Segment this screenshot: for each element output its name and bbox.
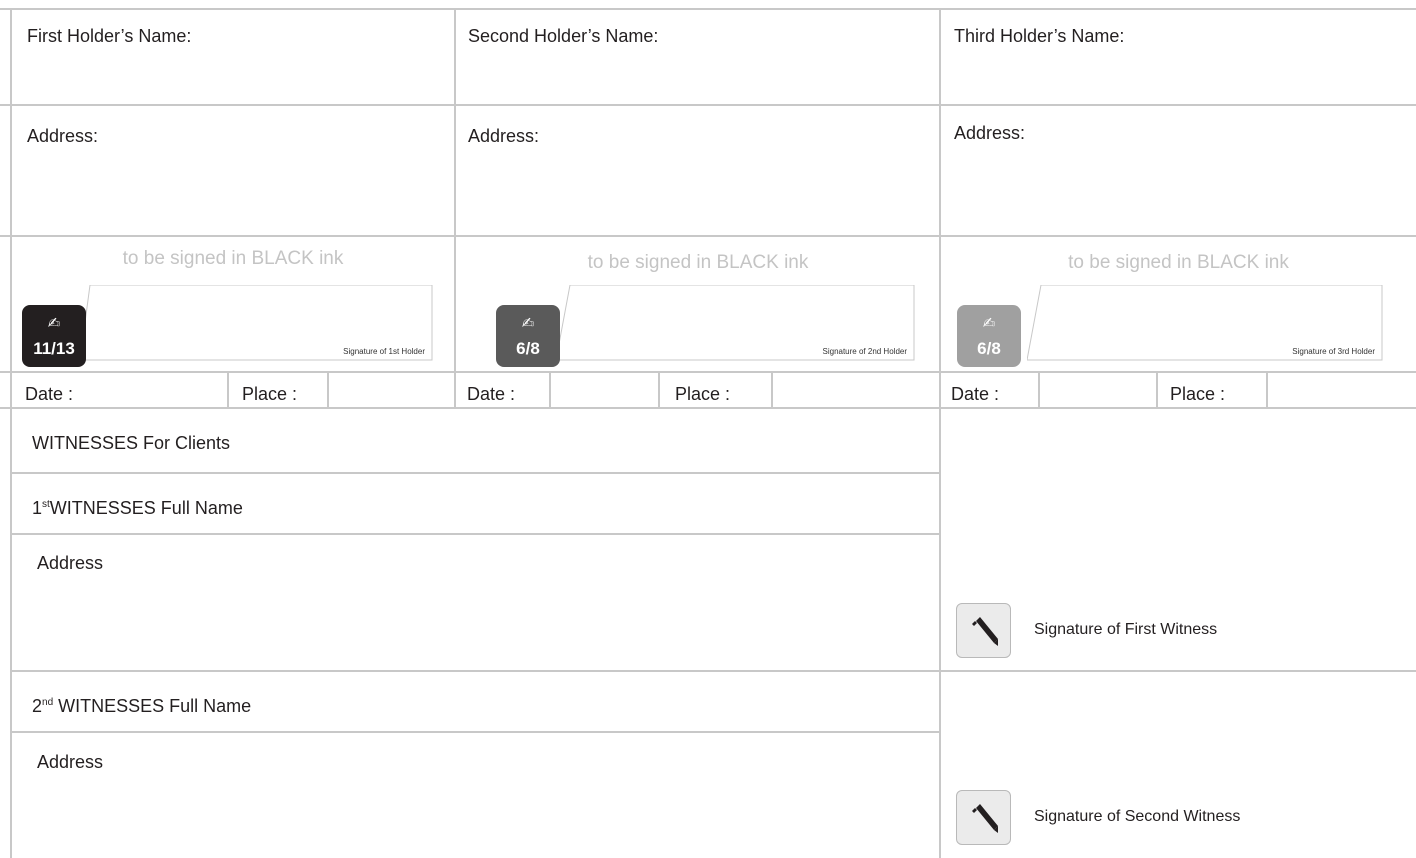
- divider: [1156, 372, 1158, 408]
- divider: [10, 472, 940, 474]
- second-holder-name-label: Second Holder’s Name:: [468, 26, 659, 46]
- divider: [0, 104, 1416, 106]
- divider: [10, 8, 12, 858]
- first-holder-place-label: Place :: [242, 384, 298, 404]
- third-holder-place-label: Place :: [1170, 384, 1226, 404]
- second-holder-badge-number: 6/8: [516, 339, 540, 358]
- divider: [327, 372, 329, 408]
- divider: [0, 235, 1416, 237]
- second-holder-address-label: Address:: [468, 126, 540, 146]
- first-witness-address-label: Address: [37, 553, 104, 573]
- second-witness-sign-button[interactable]: [956, 790, 1011, 845]
- divider: [658, 372, 660, 408]
- third-holder-badge: ✍︎ 6/8: [957, 305, 1021, 367]
- third-holder-badge-number: 6/8: [977, 339, 1001, 358]
- second-witness-signature-caption: Signature of Second Witness: [1034, 808, 1241, 825]
- second-holder-place-label: Place :: [675, 384, 731, 404]
- divider: [227, 372, 229, 408]
- divider: [10, 731, 940, 733]
- first-holder-address-label: Address:: [27, 126, 99, 146]
- second-witness-address-label: Address: [37, 752, 104, 772]
- third-holder-ink-note: to be signed in BLACK ink: [1068, 252, 1289, 273]
- divider: [771, 372, 773, 408]
- first-holder-name-label: First Holder’s Name:: [27, 26, 192, 46]
- divider: [1038, 372, 1040, 408]
- third-holder-address-label: Address:: [954, 123, 1026, 143]
- second-witness-name-label: 2nd WITNESSES Full Name: [32, 696, 252, 716]
- divider: [1266, 372, 1268, 408]
- first-holder-ink-note: to be signed in BLACK ink: [122, 248, 344, 269]
- no-writing-hand-icon: ✍︎: [47, 315, 61, 332]
- third-holder-signature-box[interactable]: Signature of 3rd Holder: [1027, 285, 1383, 361]
- second-holder-ink-note: to be signed in BLACK ink: [587, 252, 809, 273]
- first-holder-badge-number: 11/13: [33, 339, 75, 358]
- second-holder-date-label: Date :: [467, 384, 516, 404]
- third-holder-date-label: Date :: [951, 384, 1000, 404]
- first-holder-signature-caption: Signature of 1st Holder: [343, 347, 425, 356]
- divider: [0, 407, 1416, 409]
- first-witness-sign-button[interactable]: [956, 603, 1011, 658]
- second-holder-signature-caption: Signature of 2nd Holder: [822, 347, 908, 356]
- third-holder-name-label: Third Holder’s Name:: [954, 26, 1125, 46]
- divider: [549, 372, 551, 408]
- no-writing-hand-icon: ✍︎: [982, 315, 996, 332]
- second-holder-signature-box[interactable]: Signature of 2nd Holder: [556, 285, 915, 361]
- pencil-icon: [972, 804, 998, 833]
- third-holder-signature-caption: Signature of 3rd Holder: [1292, 347, 1375, 356]
- first-holder-signature-box[interactable]: Signature of 1st Holder: [80, 285, 433, 361]
- witnesses-heading: WITNESSES For Clients: [32, 433, 231, 453]
- first-holder-date-label: Date :: [25, 384, 74, 404]
- pencil-icon: [972, 617, 998, 646]
- divider: [0, 371, 1416, 373]
- first-holder-badge: ✍︎ 11/13: [22, 305, 86, 367]
- no-writing-hand-icon: ✍︎: [521, 315, 535, 332]
- divider: [0, 8, 1416, 10]
- second-holder-badge: ✍︎ 6/8: [496, 305, 560, 367]
- first-witness-name-label: 1stWITNESSES Full Name: [32, 498, 243, 518]
- first-witness-signature-caption: Signature of First Witness: [1034, 621, 1218, 638]
- divider: [454, 8, 456, 408]
- divider: [10, 533, 940, 535]
- divider: [939, 8, 941, 858]
- divider: [10, 670, 1416, 672]
- holder-signature-form: First Holder’s Name: Address: to be sign…: [0, 0, 1416, 858]
